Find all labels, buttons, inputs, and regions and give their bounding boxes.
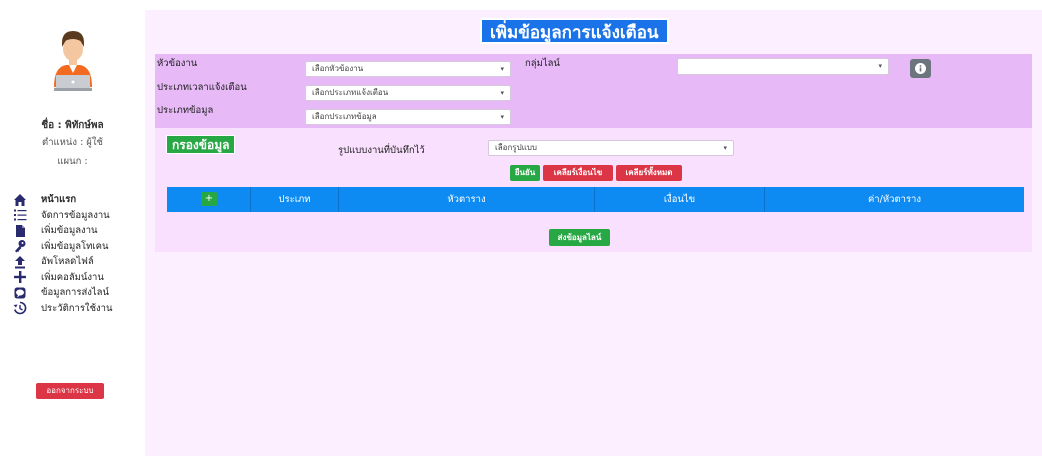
page-title: เพิ่มข้อมูลการแจ้งเตือน bbox=[480, 18, 669, 44]
nav-item-add-job[interactable]: เพิ่มข้อมูลงาน bbox=[12, 223, 142, 239]
data-type-select-value: เลือกประเภทข้อมูล bbox=[312, 112, 377, 121]
user-name: ชื่อ : พิทักษ์พล bbox=[41, 120, 104, 131]
alert-time-select[interactable]: เลือกประเภทแจ้งเตือน ▾ bbox=[305, 85, 511, 101]
add-column-cell: + bbox=[167, 187, 251, 212]
conditions-table-header: + ประเภท หัวตาราง เงื่อนไข ค่า/หัวตาราง bbox=[167, 187, 1024, 212]
key-icon bbox=[12, 239, 27, 253]
user-position: ตำแหน่ง : ผู้ใช้ bbox=[42, 137, 103, 148]
app-page: ชื่อ : พิทักษ์พล ตำแหน่ง : ผู้ใช้ แผนก :… bbox=[0, 0, 1042, 456]
plus-icon bbox=[12, 270, 27, 284]
filter-section: กรองข้อมูล รูปแบบงานที่บันทึกไว้ เลือกรู… bbox=[155, 128, 1032, 252]
format-label: รูปแบบงานที่บันทึกไว้ bbox=[338, 145, 425, 156]
chevron-down-icon: ▾ bbox=[723, 144, 727, 152]
home-icon bbox=[12, 193, 27, 207]
nav-label-upload: อัพโหลดไฟล์ bbox=[41, 256, 94, 268]
column-header-table-heading: หัวตาราง bbox=[339, 187, 595, 212]
user-avatar-icon bbox=[54, 31, 92, 91]
list-icon bbox=[12, 208, 27, 222]
confirm-button[interactable]: ยืนยัน bbox=[510, 165, 540, 181]
data-type-label: ประเภทข้อมูล bbox=[157, 105, 214, 116]
topic-select-value: เลือกหัวข้องาน bbox=[312, 64, 364, 73]
chevron-down-icon: ▾ bbox=[500, 65, 504, 73]
sidebar: ชื่อ : พิทักษ์พล ตำแหน่ง : ผู้ใช้ แผนก :… bbox=[0, 0, 145, 456]
line-icon bbox=[12, 286, 27, 300]
send-line-button[interactable]: ส่งข้อมูลไลน์ bbox=[549, 229, 610, 246]
nav-label-home: หน้าแรก bbox=[41, 194, 77, 206]
column-header-type: ประเภท bbox=[251, 187, 339, 212]
nav-label-line-data: ข้อมูลการส่งไลน์ bbox=[41, 287, 110, 299]
info-icon bbox=[915, 63, 926, 74]
chevron-down-icon: ▾ bbox=[500, 89, 504, 97]
clear-all-button[interactable]: เคลียร์ทั้งหมด bbox=[616, 165, 682, 181]
data-type-select[interactable]: เลือกประเภทข้อมูล ▾ bbox=[305, 109, 511, 125]
alert-form: หัวข้องาน เลือกหัวข้องาน ▾ กลุ่มไลน์ ▾ ป… bbox=[155, 54, 1032, 128]
nav-item-home[interactable]: หน้าแรก bbox=[12, 192, 142, 208]
history-icon bbox=[12, 301, 27, 315]
nav-item-line-data[interactable]: ข้อมูลการส่งไลน์ bbox=[12, 285, 142, 301]
upload-icon bbox=[12, 255, 27, 269]
nav-item-upload[interactable]: อัพโหลดไฟล์ bbox=[12, 254, 142, 270]
format-select-value: เลือกรูปแบบ bbox=[495, 143, 537, 152]
topic-label: หัวข้องาน bbox=[157, 58, 198, 69]
nav-label-history: ประวัติการใช้งาน bbox=[41, 302, 113, 314]
filter-title: กรองข้อมูล bbox=[166, 135, 236, 154]
format-select[interactable]: เลือกรูปแบบ ▾ bbox=[488, 140, 734, 156]
sidebar-nav: หน้าแรก จัดการข้อมูลงาน เพิ่มข้อมูลงาน เ… bbox=[12, 192, 142, 316]
nav-item-manage-jobs[interactable]: จัดการข้อมูลงาน bbox=[12, 208, 142, 224]
add-row-button[interactable]: + bbox=[201, 192, 217, 206]
nav-item-add-token[interactable]: เพิ่มข้อมูลโทเคน bbox=[12, 239, 142, 255]
chevron-down-icon: ▾ bbox=[500, 113, 504, 121]
topic-select[interactable]: เลือกหัวข้องาน ▾ bbox=[305, 61, 511, 77]
line-group-label: กลุ่มไลน์ bbox=[525, 58, 560, 69]
logout-button[interactable]: ออกจากระบบ bbox=[36, 383, 104, 399]
file-icon bbox=[12, 224, 27, 238]
info-button[interactable] bbox=[910, 59, 931, 78]
nav-item-history[interactable]: ประวัติการใช้งาน bbox=[12, 301, 142, 317]
nav-label-manage-jobs: จัดการข้อมูลงาน bbox=[41, 209, 110, 221]
nav-item-add-column[interactable]: เพิ่มคอลัมน์งาน bbox=[12, 270, 142, 286]
nav-label-add-column: เพิ่มคอลัมน์งาน bbox=[41, 271, 104, 283]
nav-label-add-job: เพิ่มข้อมูลงาน bbox=[41, 225, 98, 237]
column-header-condition: เงื่อนไข bbox=[595, 187, 765, 212]
alert-time-label: ประเภทเวลาแจ้งเตือน bbox=[157, 82, 247, 93]
column-header-value: ค่า/หัวตาราง bbox=[867, 194, 922, 205]
clear-conditions-button[interactable]: เคลียร์เงื่อนไข bbox=[543, 165, 613, 181]
user-department: แผนก : bbox=[57, 156, 88, 167]
chevron-down-icon: ▾ bbox=[878, 62, 882, 70]
alert-time-select-value: เลือกประเภทแจ้งเตือน bbox=[312, 88, 389, 97]
line-group-select[interactable]: ▾ bbox=[677, 58, 889, 75]
nav-label-add-token: เพิ่มข้อมูลโทเคน bbox=[41, 240, 109, 252]
main-panel: เพิ่มข้อมูลการแจ้งเตือน หัวข้องาน เลือกห… bbox=[145, 10, 1042, 456]
